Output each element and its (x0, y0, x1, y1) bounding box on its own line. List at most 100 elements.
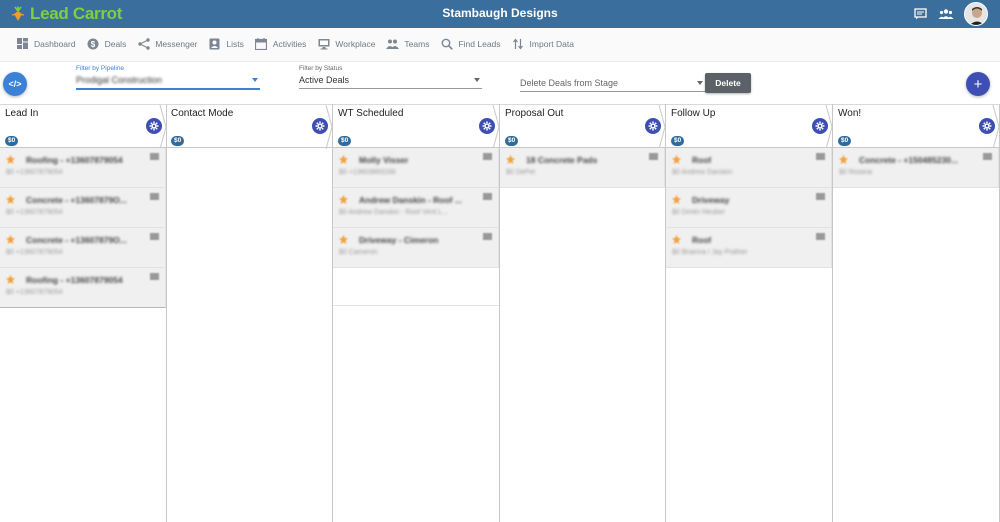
user-avatar[interactable] (964, 2, 988, 26)
deal-card[interactable]: Concrete - +13607879O... $0 +13607879054 (0, 228, 166, 268)
stage-header: WT Scheduled $0 (333, 104, 500, 150)
deal-title[interactable]: Driveway - Cimeron (359, 235, 438, 245)
deal-card[interactable]: Driveway $0 Dmitri Heuber (666, 188, 832, 228)
stage-header: Proposal Out $0 (500, 104, 666, 150)
stage-total-badge: $0 (505, 136, 519, 146)
deal-menu-icon[interactable] (150, 193, 159, 200)
stage-total-badge: $0 (671, 136, 685, 146)
stage-total-badge: $0 (5, 136, 19, 146)
deal-menu-icon[interactable] (816, 153, 825, 160)
nav-workplace[interactable]: Workplace (317, 37, 375, 50)
stage-total-badge: $0 (338, 136, 352, 146)
deal-card[interactable]: Concrete - +13607879O... $0 +13607879054 (0, 188, 166, 228)
deal-menu-icon[interactable] (150, 233, 159, 240)
deal-card[interactable]: Roofing - +13607879054 $0 +13607879054 (0, 268, 166, 308)
deal-menu-icon[interactable] (483, 193, 492, 200)
pipeline-filter-label: Filter by Pipeline (76, 65, 125, 72)
deal-title[interactable]: Roofing - +13607879054 (26, 155, 123, 165)
delete-stage-filter[interactable]: Delete Deals from Stage (520, 75, 705, 92)
stage-name: Lead In (5, 108, 39, 119)
nav-lists[interactable]: Lists (208, 37, 244, 50)
deal-menu-icon[interactable] (483, 153, 492, 160)
nav-deals[interactable]: $ Deals (87, 37, 126, 50)
page-title: Stambaugh Designs (442, 6, 558, 20)
nav-label: Workplace (335, 38, 376, 49)
deal-card[interactable]: Roof $0 Andrew Danskin (666, 148, 832, 188)
stage-arrow-divider (325, 104, 333, 150)
deal-title[interactable]: Roof (692, 155, 711, 165)
pipeline-value: Prodigal Construction (76, 75, 163, 85)
deal-priority-icon (338, 232, 349, 244)
nav-label: Teams (404, 38, 430, 49)
deal-card[interactable]: Andrew Danskin - Roof ... $0 Andrew Dansk… (333, 188, 499, 228)
nav-teams[interactable]: Teams (386, 37, 429, 50)
status-select[interactable]: Active Deals (299, 75, 482, 89)
deal-title[interactable]: Concrete - +13607879O... (26, 195, 127, 205)
add-deal-button[interactable]: + (966, 72, 990, 96)
deal-title[interactable]: Concrete - +13607879O... (26, 235, 127, 245)
deal-subtitle: $0 Andrew Danskin - Roof Vent L... (339, 209, 448, 216)
nav-messenger[interactable]: Messenger (137, 37, 197, 50)
nav-label: Messenger (155, 38, 198, 49)
deal-menu-icon[interactable] (649, 153, 658, 160)
deal-menu-icon[interactable] (983, 153, 992, 160)
workplace-icon (317, 37, 330, 50)
stage-column: WT Scheduled $0 Molly Visser $0 +1360386916… (333, 104, 500, 522)
status-value: Active Deals (299, 75, 350, 85)
nav-find-leads[interactable]: Find Leads (440, 37, 501, 50)
stage-name: Won! (838, 108, 862, 119)
deal-menu-icon[interactable] (150, 273, 159, 280)
deal-priority-icon (671, 232, 682, 244)
deal-priority-icon (838, 152, 849, 164)
empty-card-slot (333, 268, 499, 306)
deal-menu-icon[interactable] (816, 193, 825, 200)
people-icon (386, 37, 400, 50)
delete-button[interactable]: Delete (705, 73, 751, 93)
deal-title[interactable]: Roofing - +13607879054 (26, 275, 123, 285)
deal-priority-icon (671, 152, 682, 164)
deal-title[interactable]: Concrete - +150485230... (859, 155, 958, 165)
nav-dashboard[interactable]: Dashboard (16, 37, 76, 50)
status-filter[interactable]: Filter by Status Active Deals (299, 65, 482, 89)
main-navigation: Dashboard $ Deals Messenger Lists Activi… (0, 28, 1000, 62)
stage-name: Contact Mode (171, 108, 234, 119)
deals-board: Lead In $0 Roofing - +13607879054 $0 +13607… (0, 104, 1000, 522)
deal-title[interactable]: Driveway (692, 195, 729, 205)
deal-card[interactable]: Molly Visser $0 +13603869166 (333, 148, 499, 188)
deal-subtitle: $0 Andrew Danskin (672, 169, 733, 176)
deal-card[interactable]: Roof $0 Brianna / Jay Prather (666, 228, 832, 268)
deal-priority-icon (671, 192, 682, 204)
pipeline-filter[interactable]: Filter by Pipeline Prodigal Construction (76, 65, 260, 90)
stage-header: Contact Mode $0 (166, 104, 333, 150)
deal-card-list: Roof $0 Andrew Danskin Driveway $0 Dmitri H… (666, 148, 832, 268)
pipeline-select[interactable]: Prodigal Construction (76, 75, 260, 90)
deal-card[interactable]: Driveway - Cimeron $0 Cameron (333, 228, 499, 268)
deal-card[interactable]: Roofing - +13607879054 $0 +13607879054 (0, 148, 166, 188)
contact-list-icon (208, 37, 221, 50)
nav-import-data[interactable]: Import Data (512, 37, 574, 50)
deal-card[interactable]: Concrete - +150485230... $0 Rosiina (833, 148, 999, 188)
deal-menu-icon[interactable] (150, 153, 159, 160)
deal-menu-icon[interactable] (483, 233, 492, 240)
chevron-down-icon (474, 78, 480, 82)
people-icon[interactable] (938, 6, 954, 22)
deal-menu-icon[interactable] (816, 233, 825, 240)
deal-title[interactable]: 18 Concrete Pads (526, 155, 597, 165)
deal-subtitle: $0 +13607879054 (6, 289, 63, 296)
delete-stage-select[interactable]: Delete Deals from Stage (520, 78, 705, 92)
deal-card-list: Molly Visser $0 +13603869166 Andrew Danski… (333, 148, 499, 306)
deal-title[interactable]: Molly Visser (359, 155, 408, 165)
nav-label: Find Leads (458, 38, 501, 49)
nav-activities[interactable]: Activities (255, 37, 306, 50)
deal-priority-icon (505, 152, 516, 164)
message-icon[interactable] (912, 6, 928, 22)
delete-stage-placeholder: Delete Deals from Stage (520, 78, 619, 88)
deal-subtitle: $0 +13607879054 (6, 209, 63, 216)
stage-total-badge: $0 (171, 136, 185, 146)
embed-code-button[interactable]: </> (3, 72, 27, 96)
deal-title[interactable]: Roof (692, 235, 711, 245)
deal-card[interactable]: 18 Concrete Pads $0 DePer (500, 148, 665, 188)
stage-column: Proposal Out $0 18 Concrete Pads $0 DePer (500, 104, 666, 522)
stage-column: Lead In $0 Roofing - +13607879054 $0 +13607… (0, 104, 167, 522)
deal-title[interactable]: Andrew Danskin - Roof ... (359, 195, 462, 205)
